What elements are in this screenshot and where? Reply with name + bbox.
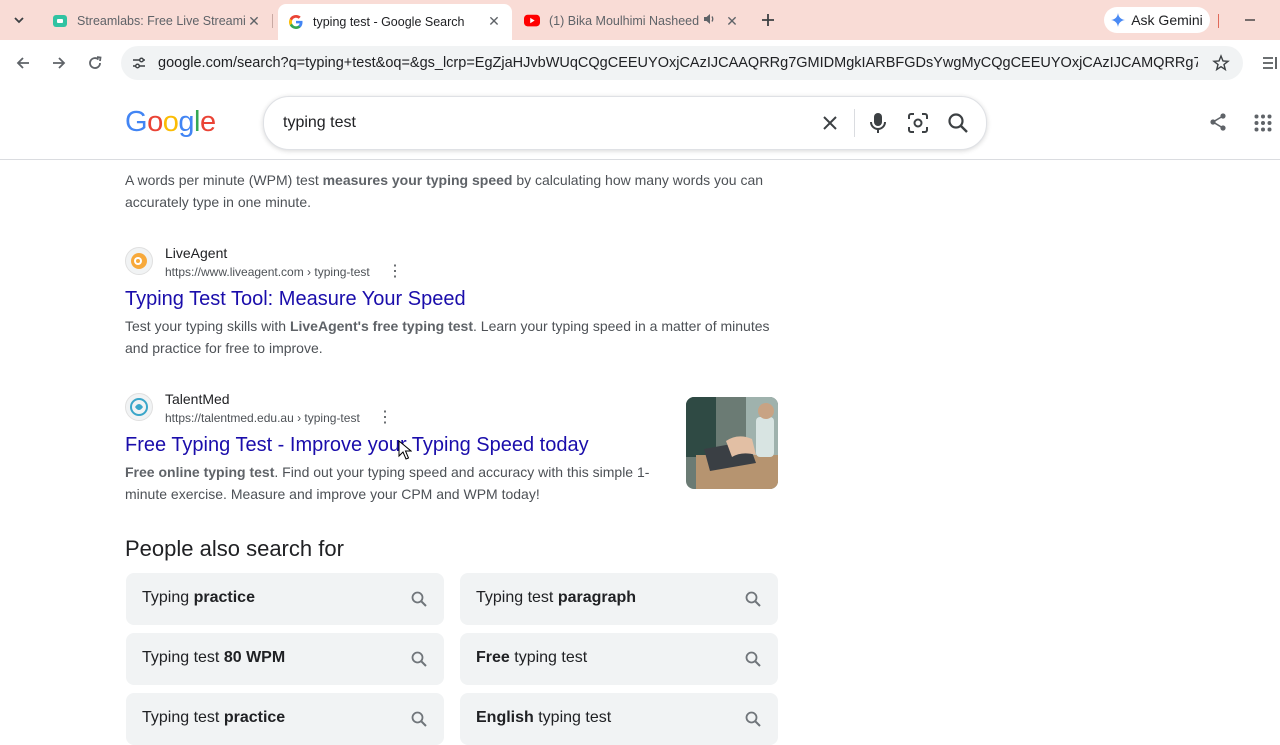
minimize-icon — [1245, 19, 1255, 21]
ask-gemini-label: Ask Gemini — [1131, 12, 1203, 28]
side-panel-icon[interactable] — [1261, 54, 1279, 77]
youtube-icon — [524, 13, 540, 29]
tab-youtube[interactable]: (1) Bika Moulhimi Nasheed ✕ — [514, 6, 750, 36]
search-icon[interactable] — [947, 112, 969, 139]
search-icon — [411, 711, 427, 727]
tab-strip: Streamlabs: Free Live Streaming ✕ typing… — [0, 0, 1280, 40]
tab-google-search[interactable]: typing test - Google Search ✕ — [278, 4, 512, 40]
related-search-chip[interactable]: Typing test 80 WPM — [126, 633, 444, 685]
browser-toolbar: google.com/search?q=typing+test&oq=&gs_l… — [0, 40, 1280, 87]
logo-letter: G — [125, 106, 148, 138]
google-logo[interactable]: Google — [125, 106, 216, 139]
search-box[interactable]: typing test — [263, 96, 987, 150]
gemini-sparkle-icon — [1111, 13, 1126, 27]
image-search-icon[interactable] — [907, 112, 929, 139]
back-button[interactable] — [10, 50, 36, 76]
more-options-icon[interactable]: ⋮ — [377, 410, 393, 426]
result-url[interactable]: https://www.liveagent.com › typing-test — [165, 265, 370, 279]
chip-label: Typing test 80 WPM — [142, 649, 286, 666]
search-icon — [745, 651, 761, 667]
streamlabs-icon — [52, 13, 68, 29]
result-site-name[interactable]: LiveAgent — [165, 245, 227, 261]
search-result: A words per minute (WPM) test measures y… — [125, 160, 785, 216]
related-search-chip[interactable]: Typing test practice — [126, 693, 444, 745]
logo-letter: o — [162, 106, 179, 138]
tab-search-button[interactable] — [8, 9, 30, 31]
tab-streamlabs[interactable]: Streamlabs: Free Live Streaming ✕ — [40, 6, 272, 36]
close-tab-icon[interactable]: ✕ — [486, 13, 502, 29]
site-info-icon[interactable] — [131, 55, 147, 76]
close-tab-icon[interactable]: ✕ — [246, 13, 262, 29]
ask-gemini-button[interactable]: Ask Gemini — [1104, 7, 1210, 33]
result-title-link[interactable]: Typing Test Tool: Measure Your Speed — [125, 288, 466, 311]
clear-search-icon[interactable] — [820, 113, 840, 138]
chip-label: Typing test practice — [142, 709, 286, 726]
search-icon — [745, 591, 761, 607]
minimize-window-button[interactable] — [1238, 10, 1262, 30]
arrow-right-icon — [53, 57, 66, 69]
new-tab-button[interactable] — [757, 9, 779, 31]
result-snippet: Test your typing skills with LiveAgent's… — [125, 318, 770, 356]
google-header: Google typing test — [0, 86, 1280, 160]
search-icon — [745, 711, 761, 727]
search-icon — [411, 591, 427, 607]
reload-button[interactable] — [82, 50, 108, 76]
people-also-search-heading: People also search for — [125, 536, 344, 561]
result-thumbnail[interactable] — [686, 397, 778, 489]
search-icon — [411, 651, 427, 667]
chip-label: Free typing test — [476, 649, 588, 666]
tab-title: (1) Bika Moulhimi Nasheed — [549, 14, 700, 28]
tab-title: Streamlabs: Free Live Streaming — [77, 14, 245, 28]
share-icon[interactable] — [1208, 112, 1228, 137]
address-bar[interactable]: google.com/search?q=typing+test&oq=&gs_l… — [121, 46, 1243, 80]
chip-label: Typing test paragraph — [476, 589, 637, 606]
chip-label: English typing test — [476, 709, 612, 726]
close-tab-icon[interactable]: ✕ — [724, 13, 740, 29]
result-title-link[interactable]: Free Typing Test - Improve your Typing S… — [125, 434, 589, 457]
talentmed-favicon[interactable] — [125, 393, 153, 421]
result-url[interactable]: https://talentmed.edu.au › typing-test — [165, 411, 360, 425]
arrow-left-icon — [16, 57, 29, 69]
mouse-cursor-icon — [398, 440, 412, 460]
liveagent-favicon[interactable] — [125, 247, 153, 275]
chevron-down-icon — [14, 17, 24, 24]
search-input[interactable]: typing test — [283, 114, 356, 132]
bookmark-star-icon[interactable] — [1212, 54, 1230, 77]
plus-icon — [762, 14, 774, 26]
google-apps-icon[interactable] — [1254, 114, 1272, 137]
result-snippet: Free online typing test. Find out your t… — [125, 464, 650, 502]
logo-letter: o — [147, 106, 163, 138]
audio-playing-icon[interactable] — [702, 12, 716, 29]
logo-letter: g — [178, 106, 194, 138]
reload-icon — [89, 56, 102, 69]
chip-label: Typing practice — [142, 589, 255, 606]
related-search-chip[interactable]: Typing test paragraph — [460, 573, 778, 625]
google-g-icon — [288, 14, 304, 30]
voice-search-icon[interactable] — [868, 111, 888, 140]
related-search-chip[interactable]: English typing test — [460, 693, 778, 745]
more-options-icon[interactable]: ⋮ — [387, 264, 403, 280]
related-search-chip[interactable]: Typing practice — [126, 573, 444, 625]
forward-button[interactable] — [46, 50, 72, 76]
logo-letter: e — [199, 106, 216, 138]
tab-title: typing test - Google Search — [313, 15, 465, 29]
result-snippet: A words per minute (WPM) test measures y… — [125, 172, 764, 210]
url-text: google.com/search?q=typing+test&oq=&gs_l… — [158, 55, 1198, 71]
related-search-chip[interactable]: Free typing test — [460, 633, 778, 685]
result-site-name[interactable]: TalentMed — [165, 391, 230, 407]
